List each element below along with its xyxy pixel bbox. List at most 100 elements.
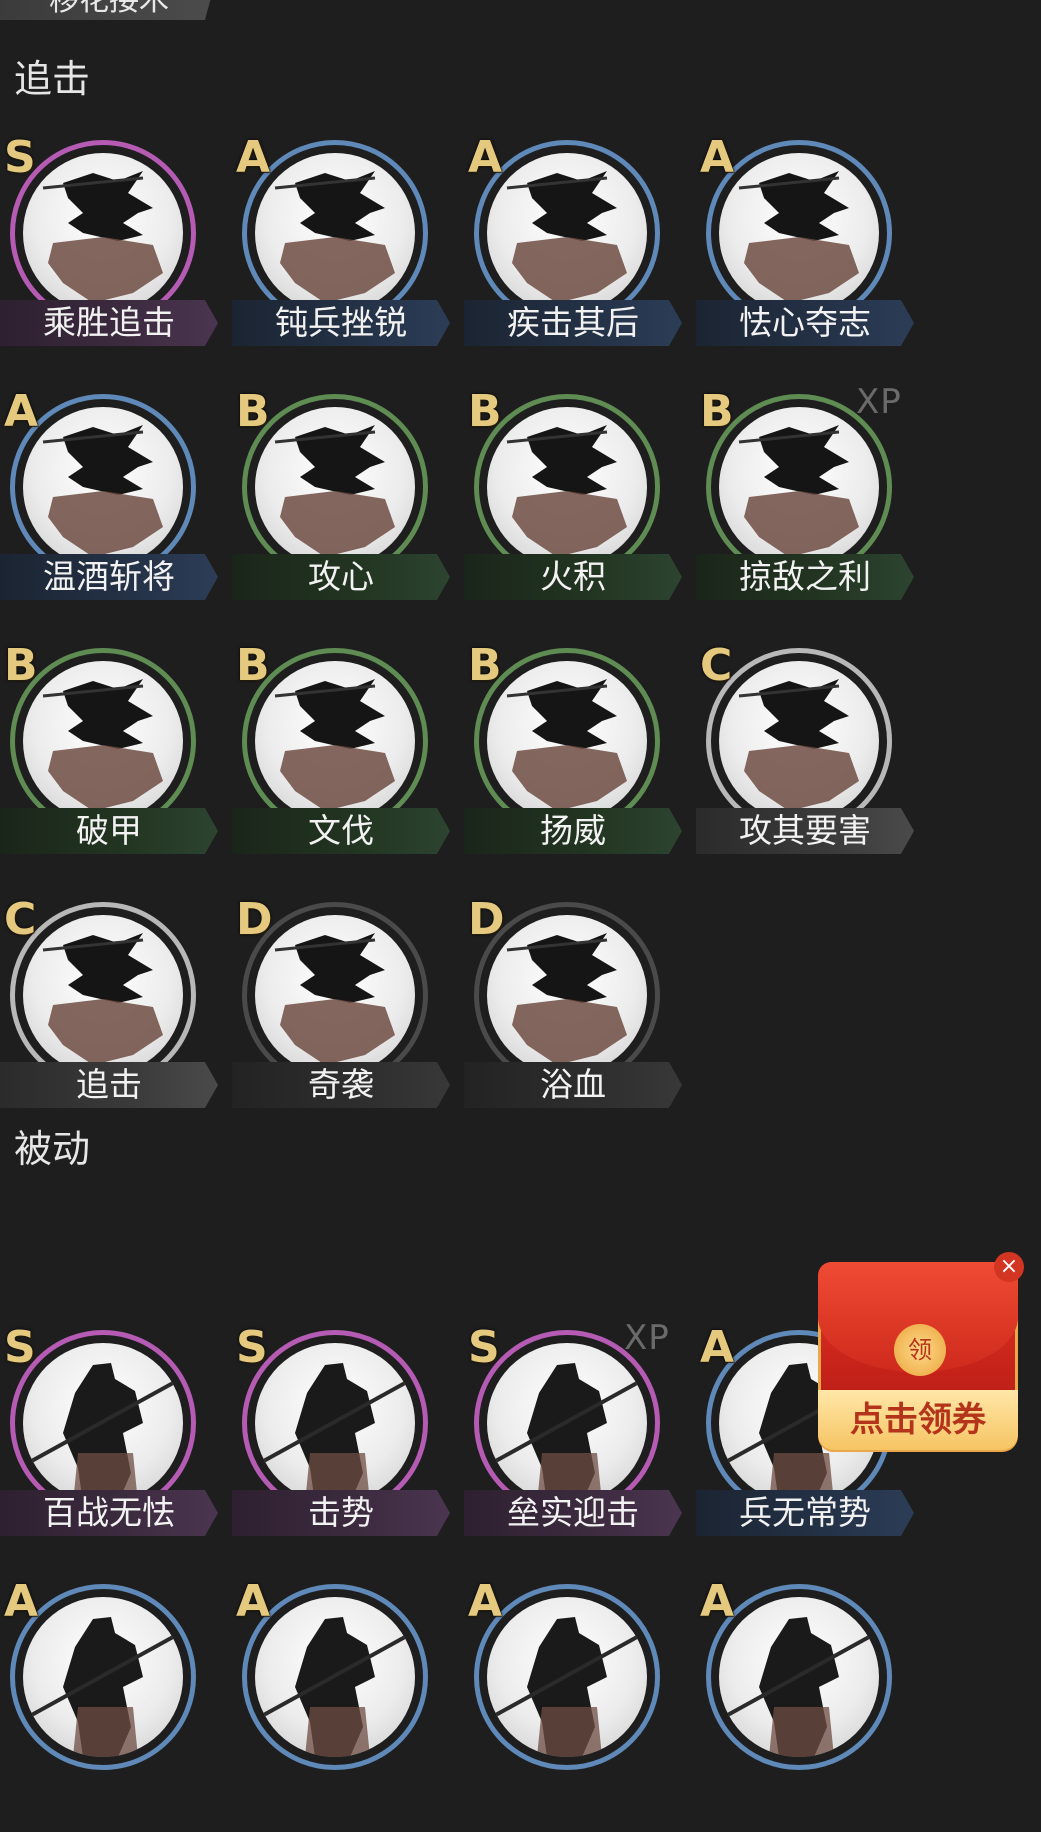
skill-card[interactable]: S 乘胜追击 xyxy=(0,128,230,388)
claim-coupon-button[interactable]: 点击领券 xyxy=(818,1390,1018,1450)
skill-portrait xyxy=(719,407,879,567)
skill-card[interactable]: A 怯心夺志 xyxy=(696,128,926,388)
warrior-silhouette-icon xyxy=(42,425,163,557)
warrior-silhouette-icon xyxy=(738,425,859,557)
skill-portrait xyxy=(23,661,183,821)
skill-card[interactable]: A xyxy=(464,1572,694,1832)
tab-previous-section[interactable]: 移花接木 xyxy=(0,0,218,20)
skill-name-label: 火积 xyxy=(464,554,682,600)
skill-grade-badge: B xyxy=(468,640,502,691)
skill-portrait xyxy=(487,661,647,821)
skill-portrait xyxy=(719,661,879,821)
skill-portrait xyxy=(255,915,415,1075)
skill-grade-badge: B xyxy=(236,640,270,691)
skill-portrait xyxy=(23,153,183,313)
claim-seal: 领 xyxy=(894,1324,946,1376)
skill-card[interactable]: B 火积 xyxy=(464,382,694,642)
warrior-silhouette-icon xyxy=(42,933,163,1065)
skill-card[interactable]: B 破甲 xyxy=(0,636,230,896)
warrior-silhouette-icon xyxy=(506,171,627,303)
warrior-silhouette-icon xyxy=(506,425,627,557)
skill-name-label: 怯心夺志 xyxy=(696,300,914,346)
spearman-silhouette-icon xyxy=(491,1363,638,1503)
warrior-silhouette-icon xyxy=(274,425,395,557)
skill-card[interactable]: S 垒实迎击 XP xyxy=(464,1318,694,1578)
skill-card[interactable]: D 奇袭 xyxy=(232,890,462,1150)
close-icon[interactable]: × xyxy=(994,1252,1024,1282)
skill-card[interactable]: C 攻其要害 xyxy=(696,636,926,896)
skill-portrait xyxy=(255,1343,415,1503)
skill-card[interactable]: A 疾击其后 xyxy=(464,128,694,388)
skill-grade-badge: B xyxy=(236,386,270,437)
skill-portrait xyxy=(487,407,647,567)
skill-grade-badge: A xyxy=(700,132,735,183)
skill-card[interactable]: B 扬威 xyxy=(464,636,694,896)
skill-card[interactable]: A 温酒斩将 xyxy=(0,382,230,642)
warrior-silhouette-icon xyxy=(506,933,627,1065)
skill-portrait xyxy=(255,661,415,821)
skill-grade-badge: B xyxy=(468,386,502,437)
skill-name-label: 百战无怯 xyxy=(0,1490,218,1536)
skill-card[interactable]: D 浴血 xyxy=(464,890,694,1150)
skill-grade-badge: D xyxy=(468,894,505,945)
skill-card[interactable]: A xyxy=(0,1572,230,1832)
skill-portrait xyxy=(487,1343,647,1503)
skill-grade-badge: B xyxy=(700,386,734,437)
skill-portrait xyxy=(255,407,415,567)
warrior-silhouette-icon xyxy=(42,679,163,811)
spearman-silhouette-icon xyxy=(27,1363,174,1503)
skill-name-label: 破甲 xyxy=(0,808,218,854)
skill-card[interactable]: S 击势 xyxy=(232,1318,462,1578)
skill-card[interactable]: A xyxy=(232,1572,462,1832)
skill-card[interactable]: C 追击 xyxy=(0,890,230,1150)
xp-badge: XP xyxy=(856,382,902,422)
skill-grade-badge: C xyxy=(700,640,733,691)
skill-card[interactable]: A xyxy=(696,1572,926,1832)
skill-portrait-ring xyxy=(10,902,196,1088)
skill-grade-badge: A xyxy=(236,1576,271,1627)
skill-portrait xyxy=(255,153,415,313)
skill-card[interactable]: B 攻心 xyxy=(232,382,462,642)
skill-name-label: 掠敌之利 xyxy=(696,554,914,600)
skill-card[interactable]: A 钝兵挫锐 xyxy=(232,128,462,388)
warrior-silhouette-icon xyxy=(738,171,859,303)
skill-grade-badge: A xyxy=(4,386,39,437)
warrior-silhouette-icon xyxy=(42,171,163,303)
skill-name-label: 攻其要害 xyxy=(696,808,914,854)
skill-portrait xyxy=(719,153,879,313)
skill-name-label: 击势 xyxy=(232,1490,450,1536)
skill-portrait-ring xyxy=(706,648,892,834)
skill-portrait xyxy=(23,915,183,1075)
skill-portrait xyxy=(719,1597,879,1757)
spearman-silhouette-icon xyxy=(723,1617,870,1757)
skill-grade-badge: A xyxy=(700,1576,735,1627)
skill-card[interactable]: B 掠敌之利 XP xyxy=(696,382,926,642)
section-title-pursuit: 追击 xyxy=(14,57,91,101)
skill-grade-badge: A xyxy=(700,1322,735,1373)
skill-portrait xyxy=(487,153,647,313)
skill-portrait-ring xyxy=(10,1330,196,1516)
skill-portrait xyxy=(255,1597,415,1757)
warrior-silhouette-icon xyxy=(274,933,395,1065)
xp-badge: XP xyxy=(624,1318,670,1358)
skill-card[interactable]: S 百战无怯 xyxy=(0,1318,230,1578)
skill-portrait xyxy=(487,915,647,1075)
skill-portrait xyxy=(23,1343,183,1503)
skill-grade-badge: A xyxy=(468,1576,503,1627)
skill-name-label: 扬威 xyxy=(464,808,682,854)
skill-name-label: 温酒斩将 xyxy=(0,554,218,600)
coupon-widget[interactable]: 领 点击领券 × xyxy=(814,1252,1026,1458)
skill-portrait-ring xyxy=(10,140,196,326)
skill-name-label: 奇袭 xyxy=(232,1062,450,1108)
spearman-silhouette-icon xyxy=(491,1617,638,1757)
skill-portrait xyxy=(23,407,183,567)
skill-grade-badge: S xyxy=(4,1322,36,1373)
spearman-silhouette-icon xyxy=(27,1617,174,1757)
warrior-silhouette-icon xyxy=(274,171,395,303)
skill-name-label: 钝兵挫锐 xyxy=(232,300,450,346)
skill-portrait xyxy=(487,1597,647,1757)
skill-portrait-ring xyxy=(242,1330,428,1516)
skill-card[interactable]: B 文伐 xyxy=(232,636,462,896)
skill-grade-badge: A xyxy=(236,132,271,183)
skill-portrait xyxy=(23,1597,183,1757)
